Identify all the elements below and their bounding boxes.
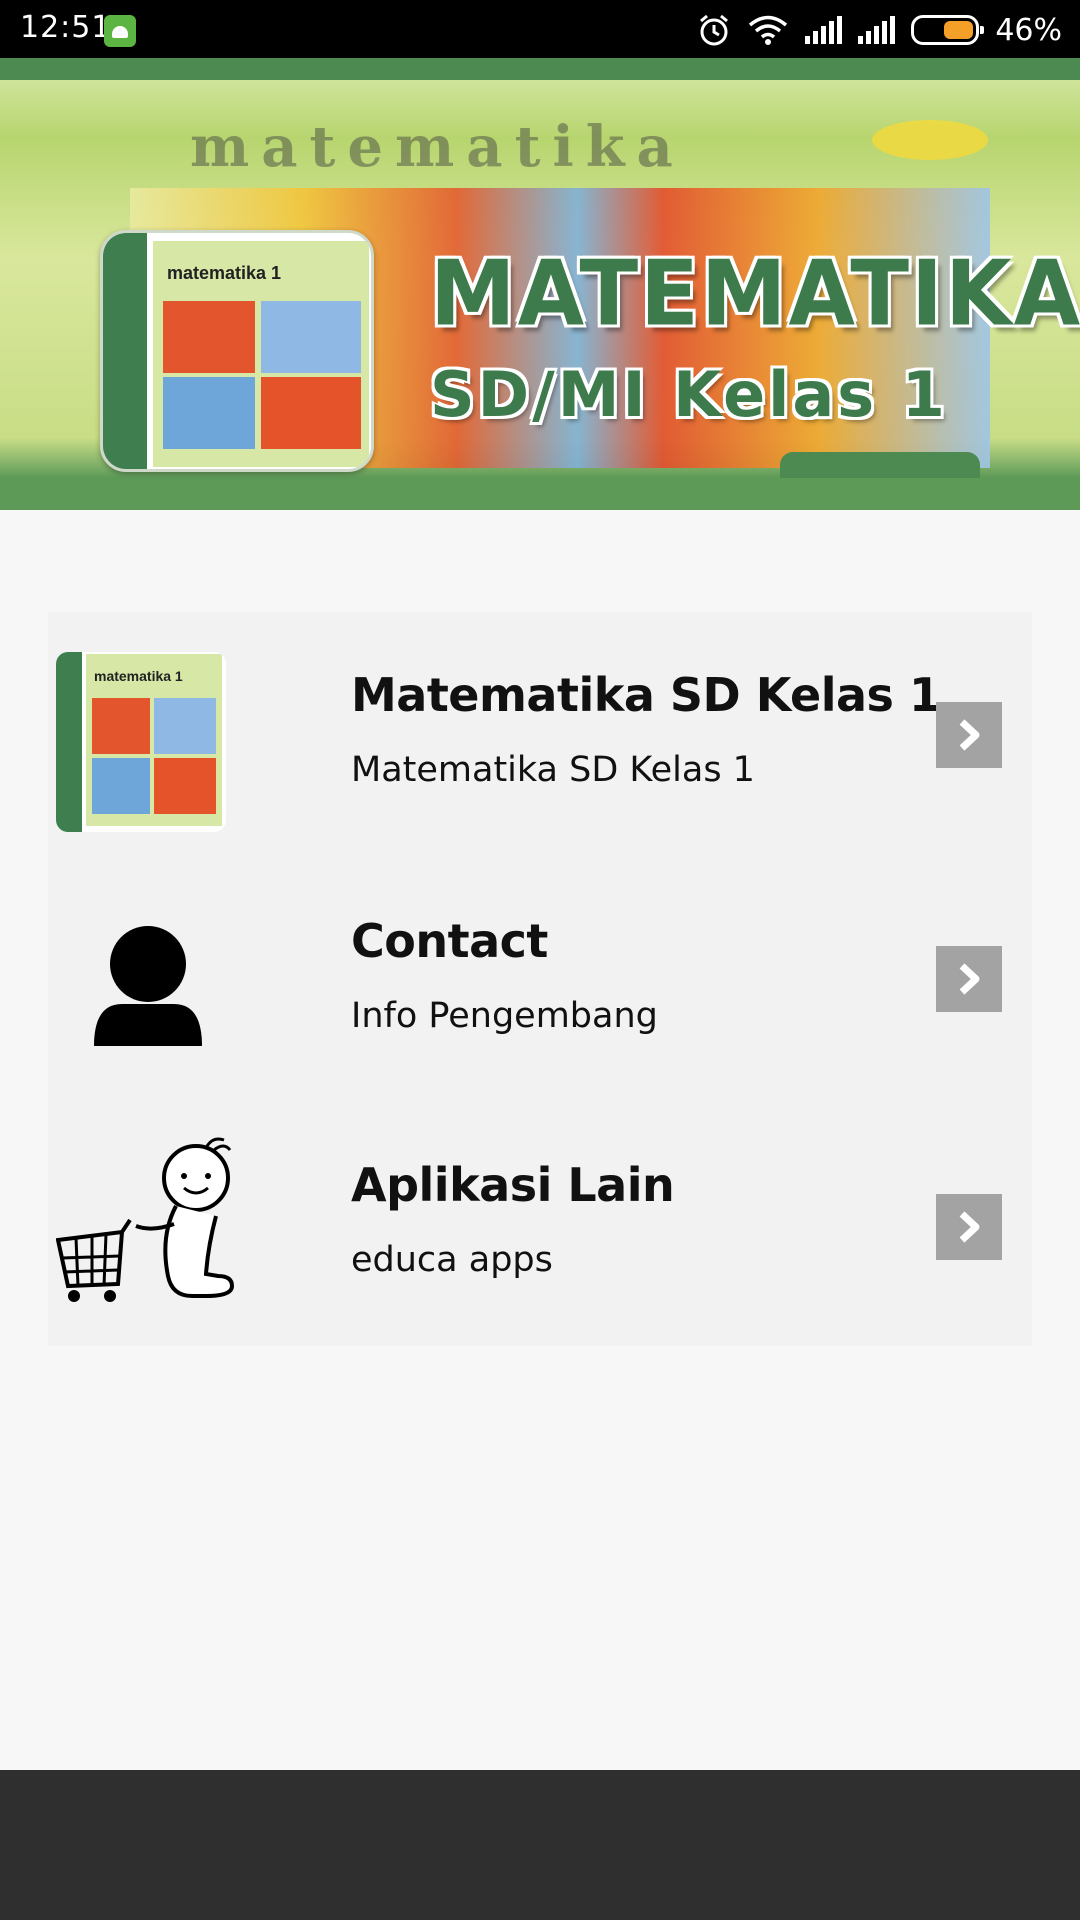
menu-panel: matematika 1 Matematika SD Kelas 1 Matem… xyxy=(48,612,1032,1346)
menu-item-subtitle: Info Pengembang xyxy=(351,996,658,1036)
banner-tag xyxy=(780,452,980,478)
menu-item-aplikasi-lain[interactable]: Aplikasi Lain educa apps xyxy=(48,1100,1032,1340)
banner-badge xyxy=(872,120,988,160)
status-time: 12:51 xyxy=(20,10,112,45)
book-cover-title: matematika 1 xyxy=(167,263,282,283)
chevron-right-icon xyxy=(959,1211,980,1243)
wifi-icon xyxy=(749,15,788,45)
header-banner: matematika matematika 1 MATEMATIKA SD/MI… xyxy=(0,58,1080,510)
person-icon xyxy=(56,896,226,1076)
open-aplikasi-lain-button[interactable] xyxy=(936,1194,1002,1260)
signal-icon xyxy=(805,16,843,44)
system-navigation-bar xyxy=(0,1770,1080,1920)
signal-icon xyxy=(858,16,896,44)
menu-item-contact[interactable]: Contact Info Pengembang xyxy=(48,856,1032,1096)
thumb-book-title: matematika 1 xyxy=(94,668,183,684)
banner-title: MATEMATIKA xyxy=(430,241,1080,347)
status-icons: 46% xyxy=(697,10,1062,50)
open-contact-button[interactable] xyxy=(936,946,1002,1012)
book-cover-icon: matematika 1 xyxy=(56,652,226,832)
banner-book-cover-icon: matematika 1 xyxy=(100,230,374,472)
menu-item-title: Aplikasi Lain xyxy=(351,1158,675,1212)
menu-item-title: Contact xyxy=(351,914,548,968)
shopping-cart-character-icon xyxy=(55,1136,242,1316)
open-matematika-button[interactable] xyxy=(936,702,1002,768)
menu-item-matematika[interactable]: matematika 1 Matematika SD Kelas 1 Matem… xyxy=(48,612,1032,852)
alarm-icon xyxy=(700,14,729,46)
banner-subtitle: SD/MI Kelas 1 xyxy=(430,358,948,431)
battery-fill xyxy=(944,21,974,39)
chevron-right-icon xyxy=(959,719,980,751)
chevron-right-icon xyxy=(959,963,980,995)
menu-item-title: Matematika SD Kelas 1 xyxy=(351,668,941,722)
menu-item-subtitle: Matematika SD Kelas 1 xyxy=(351,750,755,790)
battery-percent: 46% xyxy=(995,12,1062,48)
battery-icon xyxy=(911,15,985,45)
status-bar: 12:51 46% xyxy=(0,0,1080,60)
banner-background-text: matematika xyxy=(190,114,685,180)
android-notification-icon xyxy=(104,15,136,47)
menu-item-subtitle: educa apps xyxy=(351,1240,553,1280)
